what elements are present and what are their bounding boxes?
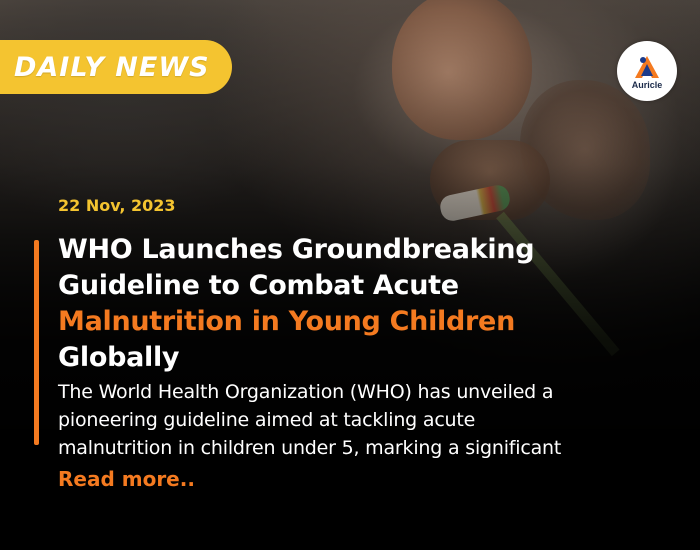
brand-logo: Auricle [617, 41, 677, 101]
headline-line: Guideline to Combat Acute [58, 270, 459, 301]
headline-highlight: Malnutrition in Young Children [58, 306, 515, 337]
brand-name: Auricle [631, 79, 663, 90]
article-headline: WHO Launches Groundbreaking Guideline to… [58, 232, 688, 376]
news-card: DAILY NEWS Auricle 22 Nov, 2023 WHO Laun… [0, 0, 700, 550]
headline-line: WHO Launches Groundbreaking [58, 234, 535, 265]
headline-line: Globally [58, 342, 180, 373]
auricle-logo-icon [635, 55, 659, 78]
article-date: 22 Nov, 2023 [58, 196, 176, 215]
daily-news-label: DAILY NEWS [14, 51, 210, 83]
article-summary: The World Health Organization (WHO) has … [58, 378, 688, 462]
daily-news-banner: DAILY NEWS [0, 40, 232, 94]
summary-line: The World Health Organization (WHO) has … [58, 381, 554, 403]
read-more-link[interactable]: Read more.. [58, 467, 195, 491]
summary-line: pioneering guideline aimed at tackling a… [58, 409, 476, 431]
summary-line: malnutrition in children under 5, markin… [58, 437, 562, 459]
accent-bar [34, 240, 39, 445]
